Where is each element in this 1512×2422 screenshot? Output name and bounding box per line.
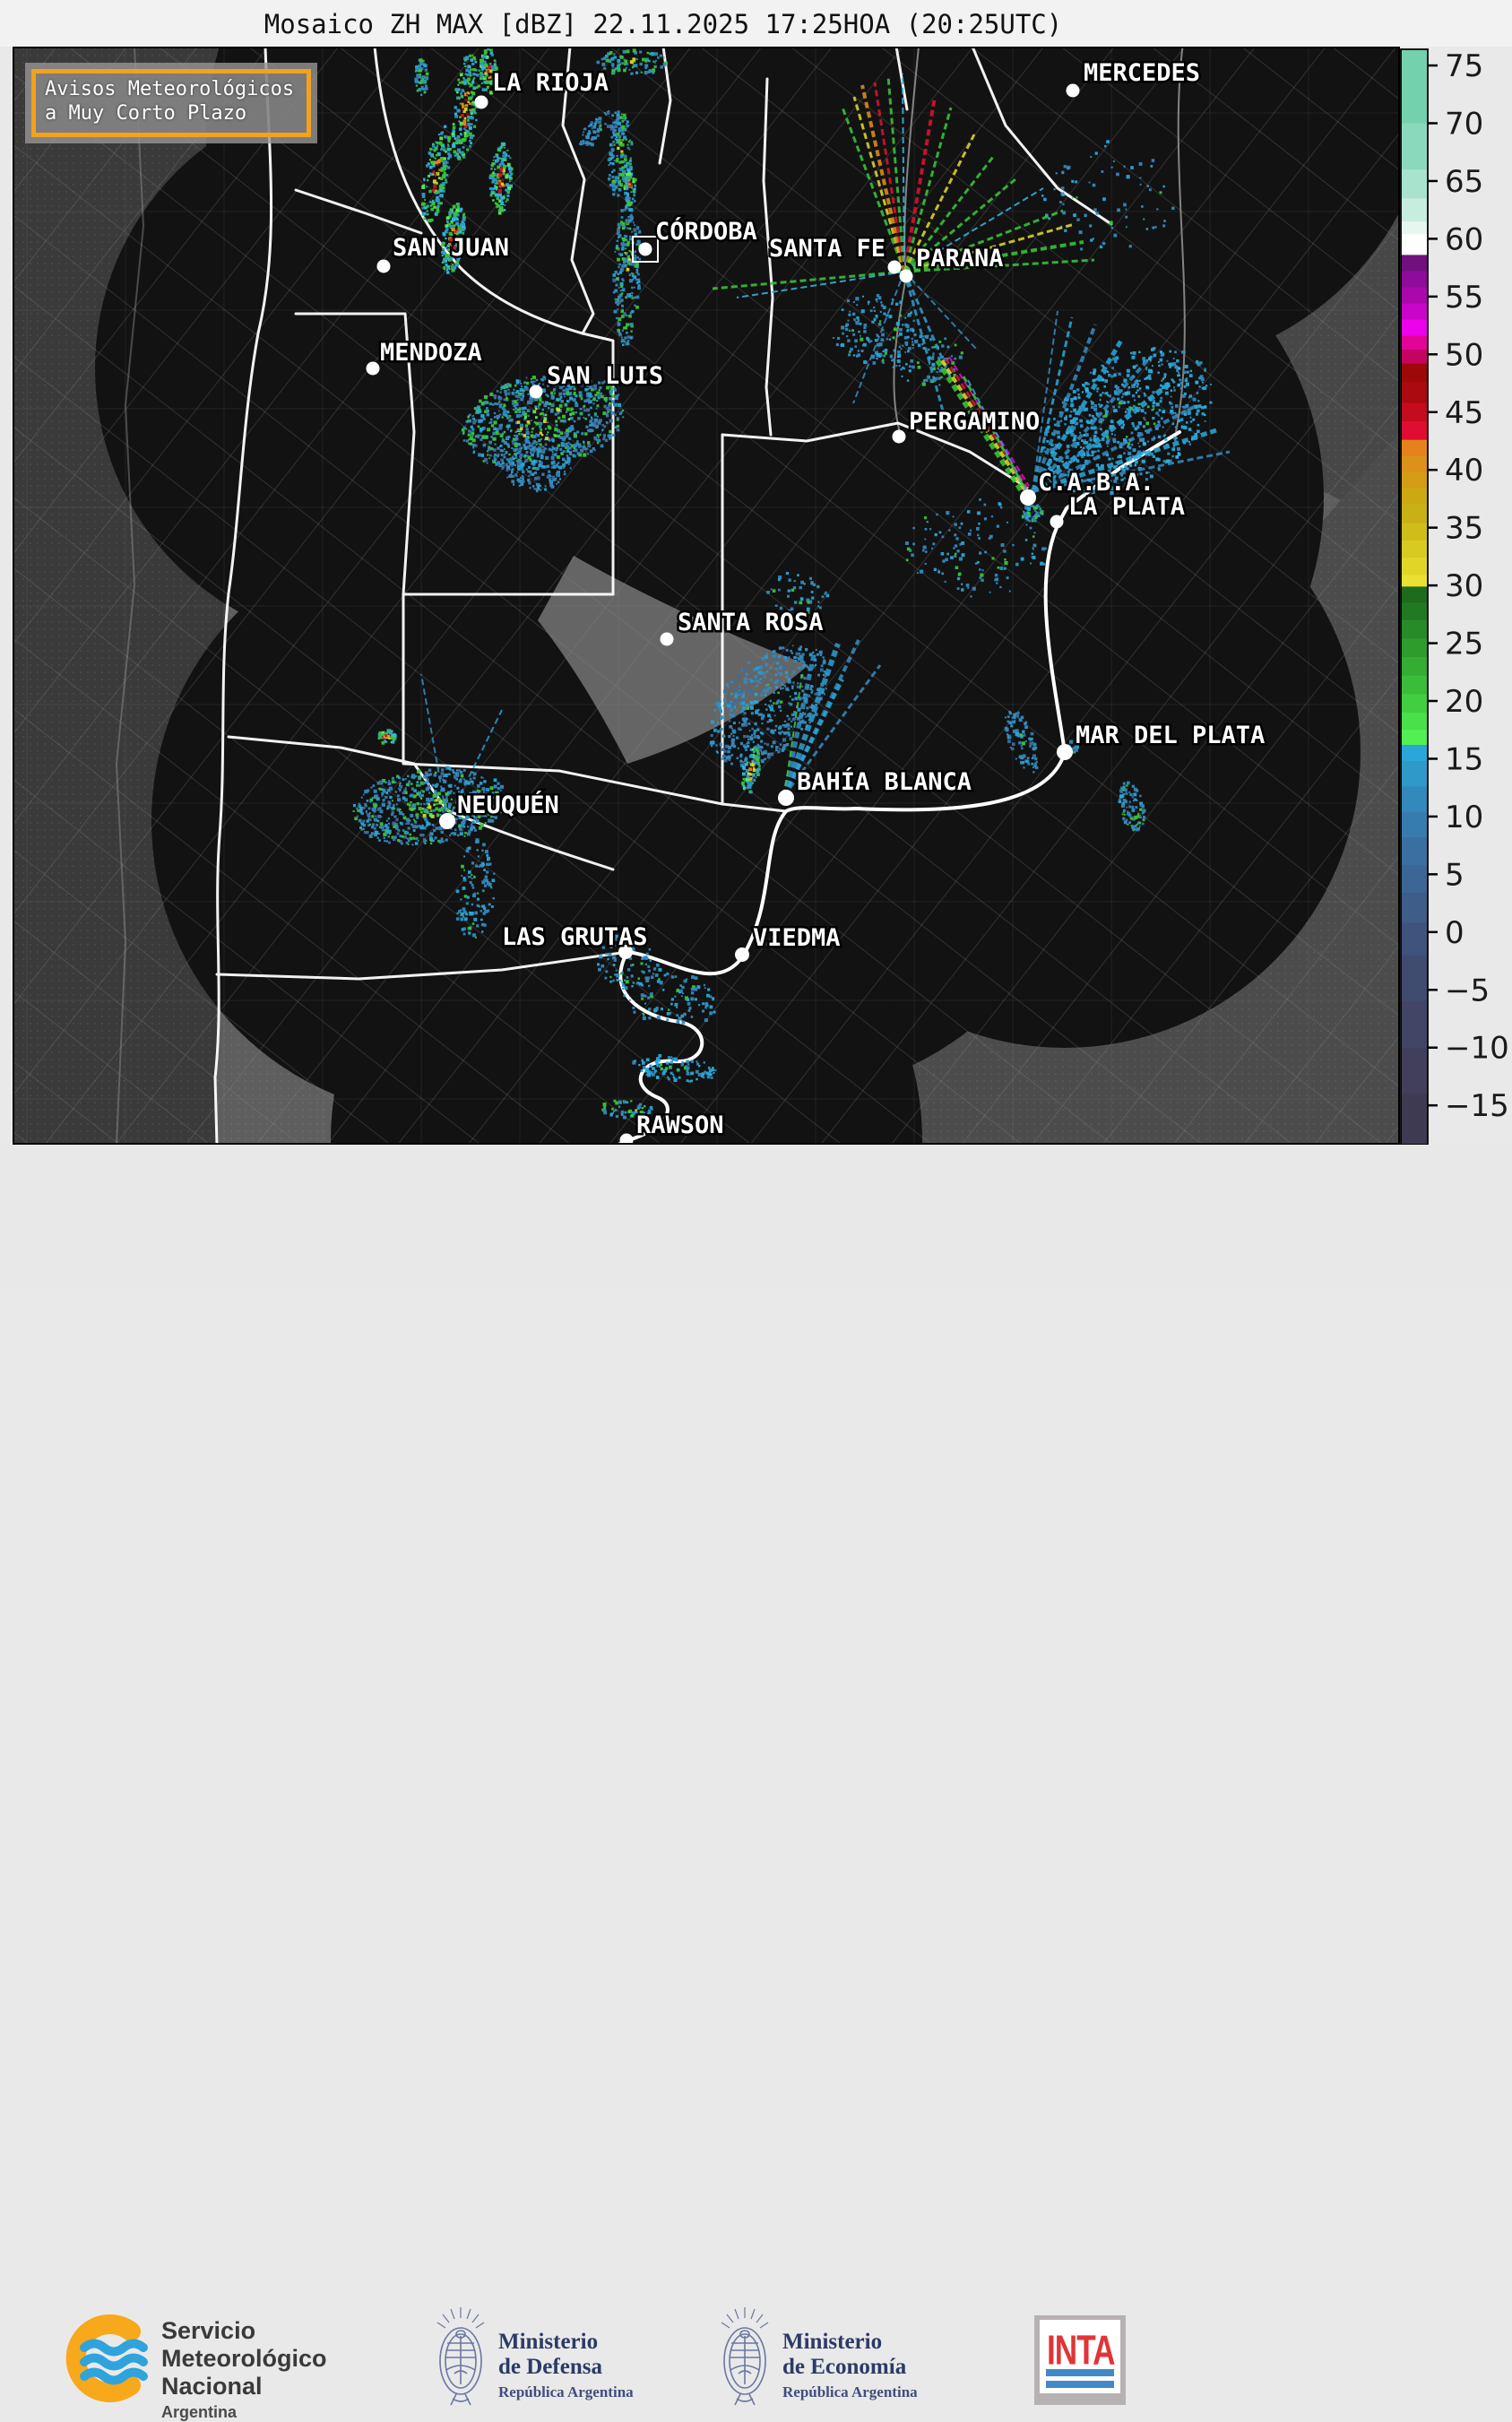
economia-text: Ministerio de Economía República Argenti… bbox=[782, 2330, 918, 2401]
colorbar-tick-label: −10 bbox=[1445, 1031, 1509, 1067]
city-label: SANTA FE bbox=[769, 235, 886, 263]
colorbar-tick-label: 20 bbox=[1445, 684, 1483, 720]
smn-line1: Servicio bbox=[161, 2317, 327, 2345]
smn-line4: Argentina bbox=[161, 2403, 327, 2422]
city-label: SAN LUIS bbox=[547, 362, 663, 390]
colorbar-tick-label: −5 bbox=[1445, 973, 1490, 1008]
warning-badge: Avisos Meteorológicos a Muy Corto Plazo bbox=[25, 63, 317, 143]
city-label: SAN JUAN bbox=[393, 234, 509, 262]
page-title: Mosaico ZH MAX [dBZ] 22.11.2025 17:25HOA… bbox=[0, 9, 1326, 39]
colorbar-tick-label: 55 bbox=[1445, 280, 1483, 316]
economia-line3: República Argentina bbox=[782, 2383, 918, 2401]
city-label: PARANA bbox=[916, 245, 1004, 272]
city-label: PERGAMINO bbox=[909, 408, 1040, 436]
economia-line1: Ministerio bbox=[782, 2330, 918, 2355]
colorbar-tick-label: 75 bbox=[1445, 48, 1483, 84]
warning-badge-line1: Avisos Meteorológicos bbox=[45, 77, 294, 101]
smn-logo-text: Servicio Meteorológico Nacional Argentin… bbox=[161, 2317, 327, 2422]
city-label: SANTA ROSA bbox=[678, 609, 824, 636]
city-label: NEUQUÉN bbox=[457, 791, 559, 819]
colorbar-tick-label: 70 bbox=[1445, 106, 1483, 142]
radar-mosaic-map: LA RIOJA MERCEDES SAN JUAN CÓRDOBA MENDOZA SA… bbox=[0, 47, 1512, 1145]
city-label: BAHÍA BLANCA bbox=[797, 767, 972, 796]
footer: Servicio Meteorológico Nacional Argentin… bbox=[0, 1145, 1512, 1289]
defensa-coat-of-arms-icon bbox=[433, 2305, 488, 2413]
title-bar: Mosaico ZH MAX [dBZ] 22.11.2025 17:25HOA… bbox=[0, 0, 1512, 47]
inta-bar-1 bbox=[1046, 2369, 1114, 2376]
inta-label: INTA bbox=[1047, 2327, 1113, 2374]
colorbar-tick-label: 50 bbox=[1445, 337, 1483, 373]
colorbar-tick-label: 65 bbox=[1445, 164, 1483, 200]
colorbar-tick-label: 45 bbox=[1445, 395, 1483, 431]
colorbar-tick-label: 15 bbox=[1445, 741, 1483, 777]
smn-line3: Nacional bbox=[161, 2373, 327, 2400]
colorbar-tick-label: 5 bbox=[1445, 857, 1464, 893]
city-label: MERCEDES bbox=[1084, 59, 1200, 87]
smn-line2: Meteorológico bbox=[161, 2345, 327, 2373]
defensa-text: Ministerio de Defensa República Argentin… bbox=[498, 2330, 634, 2401]
city-label: LA PLATA bbox=[1068, 493, 1185, 521]
inta-bar-2 bbox=[1046, 2381, 1114, 2388]
colorbar-tick-label: −15 bbox=[1445, 1088, 1509, 1124]
economia-coat-of-arms-icon bbox=[717, 2305, 773, 2413]
city-label: MENDOZA bbox=[380, 339, 482, 367]
city-label: MAR DEL PLATA bbox=[1076, 722, 1265, 749]
inta-logo: INTA bbox=[1034, 2315, 1126, 2405]
warning-badge-frame: Avisos Meteorológicos a Muy Corto Plazo bbox=[31, 69, 311, 137]
city-label: LAS GRUTAS bbox=[502, 923, 648, 951]
colorbar-tick-label: 0 bbox=[1445, 915, 1464, 951]
colorbar-tick-label: 35 bbox=[1445, 511, 1483, 547]
defensa-line1: Ministerio bbox=[498, 2330, 634, 2355]
defensa-line2: de Defensa bbox=[498, 2355, 634, 2380]
colorbar: 757065605550454035302520151050−5−10−15 bbox=[1401, 48, 1509, 1145]
colorbar-tick-label: 30 bbox=[1445, 568, 1483, 604]
colorbar-tick-label: 25 bbox=[1445, 627, 1483, 662]
city-label: CÓRDOBA bbox=[655, 217, 757, 246]
map-background: LA RIOJA MERCEDES SAN JUAN CÓRDOBA MENDOZA SA… bbox=[0, 47, 1512, 1145]
city-label: LA RIOJA bbox=[492, 69, 609, 97]
city-label: VIEDMA bbox=[753, 924, 841, 952]
smn-logo-icon bbox=[54, 2306, 160, 2412]
colorbar-tick-label: 10 bbox=[1445, 800, 1483, 835]
colorbar-tick-label: 60 bbox=[1445, 221, 1483, 257]
economia-line2: de Economía bbox=[782, 2355, 918, 2380]
warning-badge-line2: a Muy Corto Plazo bbox=[45, 101, 294, 125]
colorbar-tick-label: 40 bbox=[1445, 453, 1483, 489]
inta-logo-inner: INTA bbox=[1040, 2320, 1120, 2393]
city-label: RAWSON bbox=[636, 1112, 724, 1139]
defensa-line3: República Argentina bbox=[498, 2383, 634, 2401]
